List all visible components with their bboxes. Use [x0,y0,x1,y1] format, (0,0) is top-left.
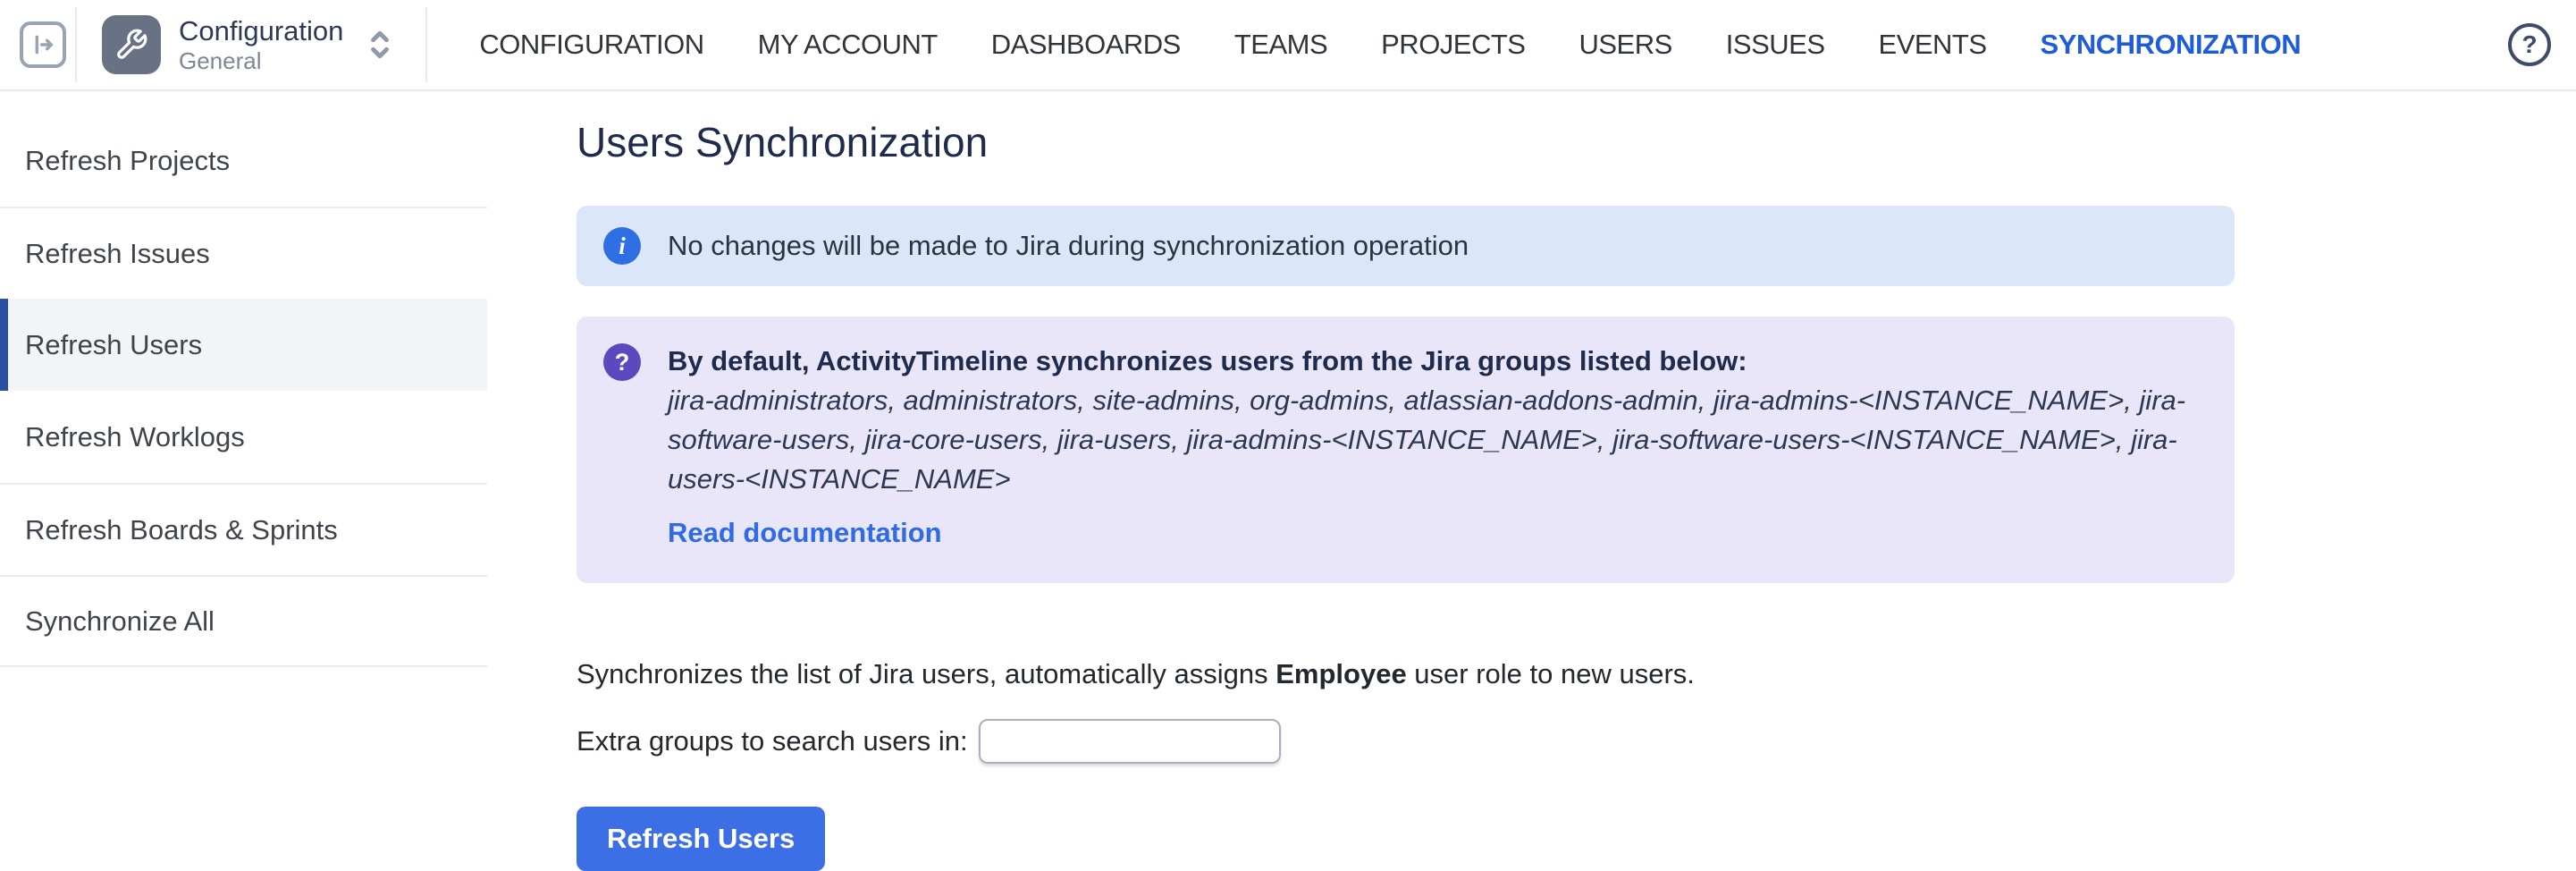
extra-groups-label: Extra groups to search users in: [577,725,968,757]
info-banner-text: No changes will be made to Jira during s… [668,230,1469,262]
top-header: Configuration General CONFIGURATION MY A… [0,0,2576,91]
refresh-users-button[interactable]: Refresh Users [577,807,825,871]
extra-groups-input[interactable] [979,719,1281,764]
read-documentation-link[interactable]: Read documentation [668,513,942,553]
app-subtitle: General [179,47,343,74]
app-badge [102,15,161,74]
sidebar-item-refresh-projects[interactable]: Refresh Projects [0,114,487,207]
default-groups-list: jira-administrators, administrators, sit… [668,381,2208,499]
sync-description: Synchronizes the list of Jira users, aut… [577,658,2275,690]
app-switcher-dropdown[interactable]: Configuration General [102,15,393,74]
nav-configuration[interactable]: CONFIGURATION [479,29,703,61]
wrench-icon [114,28,148,62]
sidebar-item-refresh-boards-sprints[interactable]: Refresh Boards & Sprints [0,483,487,575]
help-icon[interactable]: ? [2508,23,2551,66]
extra-groups-row: Extra groups to search users in: [577,719,2275,764]
nav-events[interactable]: EVENTS [1879,29,1987,61]
nav-dashboards[interactable]: DASHBOARDS [991,29,1181,61]
nav-users[interactable]: USERS [1578,29,1671,61]
sidebar-item-refresh-worklogs[interactable]: Refresh Worklogs [0,391,487,483]
default-groups-banner: ? By default, ActivityTimeline synchroni… [577,317,2235,583]
question-icon: ? [603,343,641,381]
top-navigation: CONFIGURATION MY ACCOUNT DASHBOARDS TEAM… [479,29,2301,61]
chevron-up-down-icon[interactable] [366,24,393,65]
nav-issues[interactable]: ISSUES [1726,29,1825,61]
main-content: Users Synchronization i No changes will … [577,91,2275,871]
info-banner: i No changes will be made to Jira during… [577,206,2235,286]
info-icon: i [603,227,641,265]
nav-synchronization[interactable]: SYNCHRONIZATION [2041,29,2302,61]
nav-my-account[interactable]: MY ACCOUNT [758,29,938,61]
app-title: Configuration [179,15,343,47]
sidebar-collapse-button[interactable] [20,21,66,68]
sidebar-item-synchronize-all[interactable]: Synchronize All [0,575,487,667]
header-divider [425,7,427,82]
page-title: Users Synchronization [577,118,2275,166]
nav-projects[interactable]: PROJECTS [1381,29,1525,61]
nav-teams[interactable]: TEAMS [1234,29,1327,61]
header-divider [75,7,77,82]
sidebar-item-refresh-issues[interactable]: Refresh Issues [0,207,487,299]
sync-sidebar: Refresh Projects Refresh Issues Refresh … [0,91,487,667]
collapse-sidebar-icon [29,30,57,59]
default-groups-intro: By default, ActivityTimeline synchronize… [668,342,2208,381]
sidebar-item-refresh-users[interactable]: Refresh Users [0,299,487,391]
